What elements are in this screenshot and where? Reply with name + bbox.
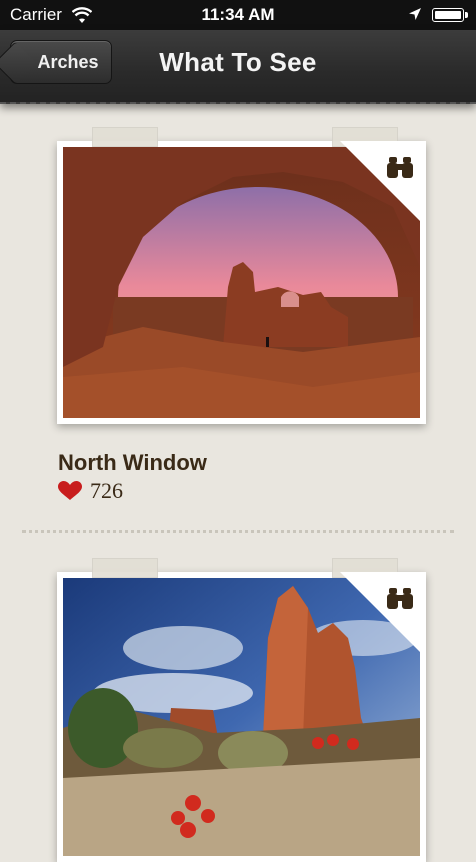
photo-card[interactable] [57, 558, 426, 862]
tape-strip [92, 558, 158, 578]
page-title: What To See [159, 47, 317, 77]
battery-icon [432, 8, 468, 22]
binoculars-icon[interactable] [386, 586, 414, 610]
location-icon [409, 8, 421, 20]
card-corner-fold [340, 141, 426, 227]
card-corner-fold [340, 572, 426, 658]
status-bar: Carrier 11:34 AM [0, 0, 476, 30]
binoculars-icon[interactable] [386, 155, 414, 179]
heart-icon[interactable] [58, 481, 82, 501]
navigation-bar: Arches What To See [0, 30, 476, 104]
dotted-divider [22, 530, 454, 533]
like-count: 726 [90, 478, 123, 503]
tape-strip [92, 127, 158, 147]
clock: 11:34 AM [201, 5, 275, 24]
item-title[interactable]: North Window [58, 450, 207, 476]
photo-card[interactable] [57, 127, 426, 424]
